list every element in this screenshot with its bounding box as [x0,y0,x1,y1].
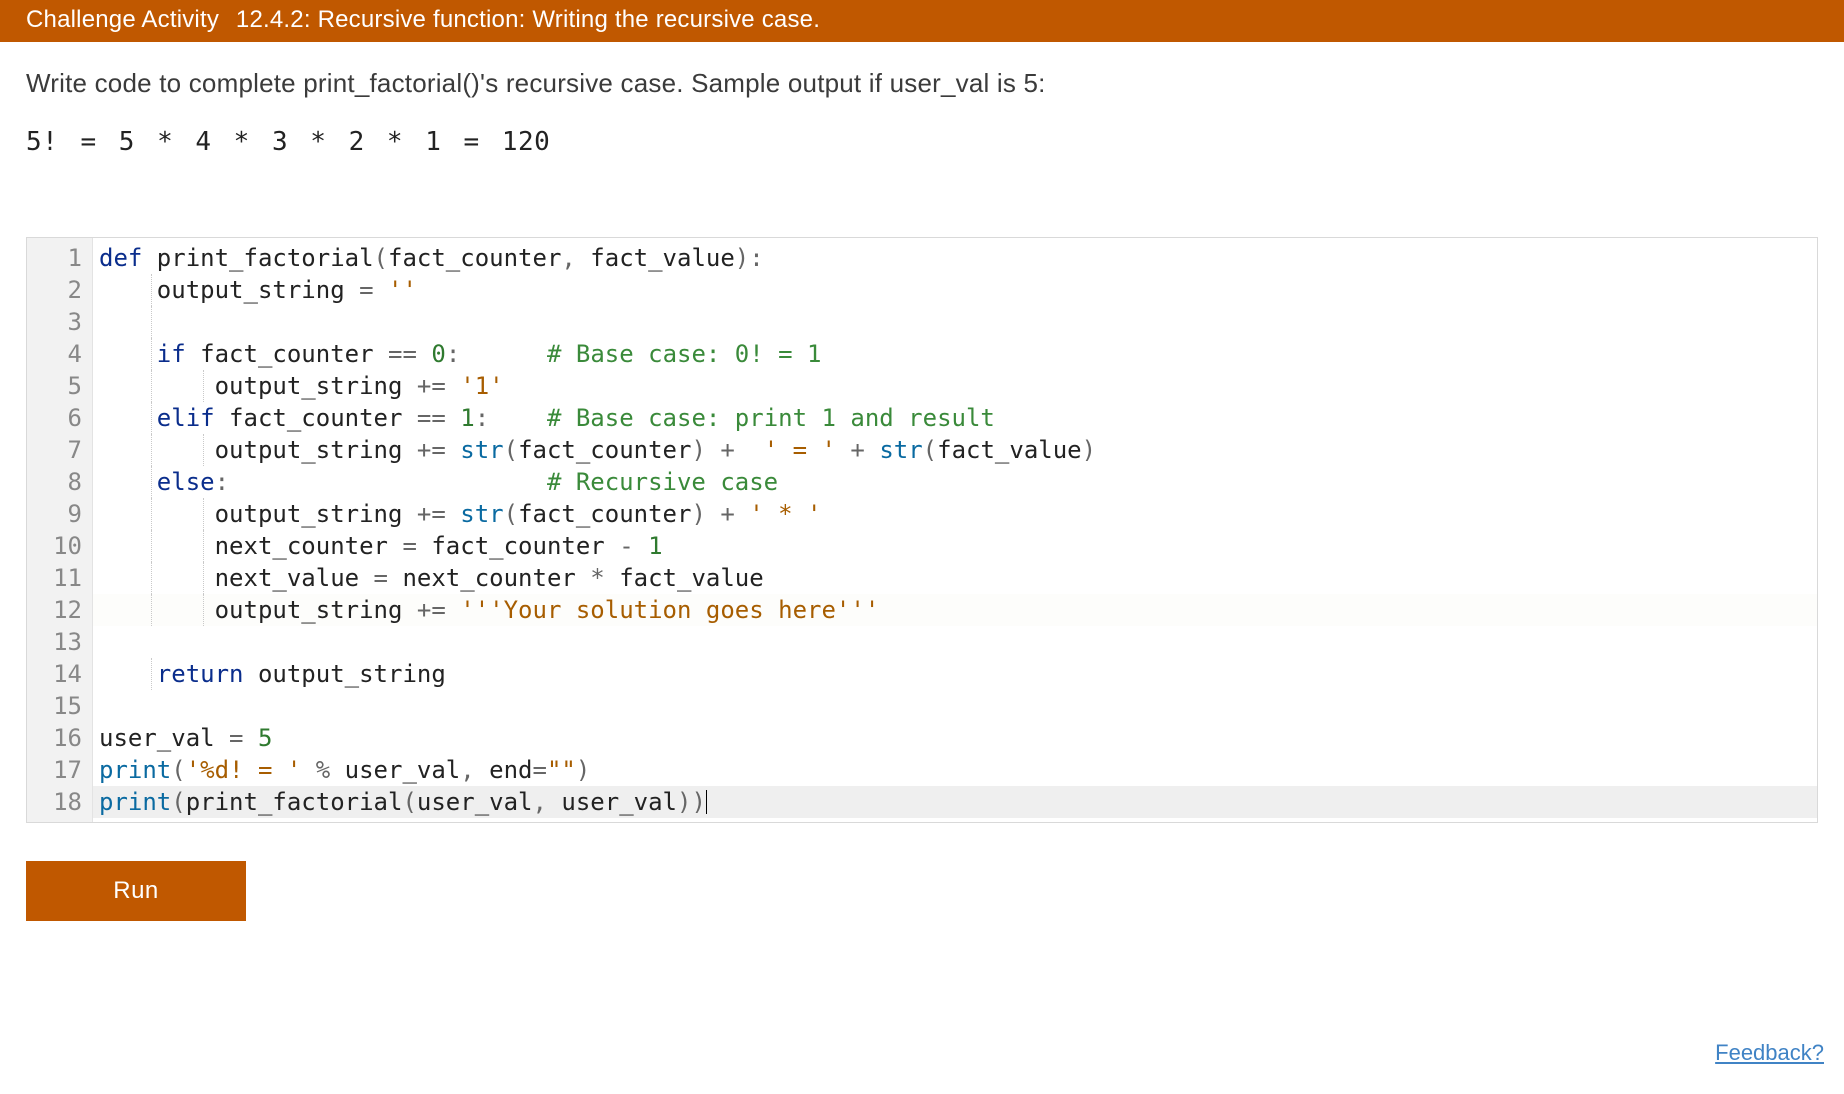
activity-title: Recursive function: Writing the recursiv… [318,6,821,33]
line-number: 14 [31,658,82,690]
code-line[interactable]: next_counter = fact_counter - 1 [93,530,1817,562]
run-button[interactable]: Run [26,861,246,921]
line-number-gutter: 123456789101112131415161718 [27,238,93,822]
code-line[interactable]: if fact_counter == 0: # Base case: 0! = … [93,338,1817,370]
code-line[interactable] [93,626,1817,658]
line-number: 2 [31,274,82,306]
code-line[interactable]: output_string = '' [93,274,1817,306]
code-line[interactable]: def print_factorial(fact_counter, fact_v… [93,242,1817,274]
code-line[interactable]: output_string += '1' [93,370,1817,402]
code-area[interactable]: def print_factorial(fact_counter, fact_v… [93,238,1817,822]
activity-number: 12.4.2: [236,6,311,33]
line-number: 1 [31,242,82,274]
code-editor[interactable]: 123456789101112131415161718 def print_fa… [26,237,1818,823]
code-line[interactable]: output_string += str(fact_counter) + ' *… [93,498,1817,530]
code-line[interactable]: elif fact_counter == 1: # Base case: pri… [93,402,1817,434]
code-line[interactable]: else: # Recursive case [93,466,1817,498]
line-number: 7 [31,434,82,466]
activity-header: Challenge Activity 12.4.2: Recursive fun… [0,0,1844,42]
line-number: 17 [31,754,82,786]
sample-output: 5! = 5 * 4 * 3 * 2 * 1 = 120 [0,109,1844,167]
text-cursor [706,790,707,814]
line-number: 18 [31,786,82,818]
code-line[interactable]: output_string += '''Your solution goes h… [93,594,1817,626]
line-number: 11 [31,562,82,594]
line-number: 8 [31,466,82,498]
code-line[interactable]: return output_string [93,658,1817,690]
code-line[interactable]: print(print_factorial(user_val, user_val… [93,786,1817,818]
line-number: 13 [31,626,82,658]
feedback-link[interactable]: Feedback? [1715,1040,1824,1066]
instruction-text: Write code to complete print_factorial()… [0,42,1844,109]
line-number: 4 [31,338,82,370]
line-number: 6 [31,402,82,434]
line-number: 12 [31,594,82,626]
code-line[interactable]: output_string += str(fact_counter) + ' =… [93,434,1817,466]
line-number: 16 [31,722,82,754]
code-line[interactable] [93,690,1817,722]
code-line[interactable] [93,306,1817,338]
code-line[interactable]: print('%d! = ' % user_val, end="") [93,754,1817,786]
line-number: 10 [31,530,82,562]
code-line[interactable]: next_value = next_counter * fact_value [93,562,1817,594]
activity-label: Challenge Activity [26,6,219,34]
line-number: 15 [31,690,82,722]
line-number: 3 [31,306,82,338]
code-line[interactable]: user_val = 5 [93,722,1817,754]
line-number: 9 [31,498,82,530]
line-number: 5 [31,370,82,402]
